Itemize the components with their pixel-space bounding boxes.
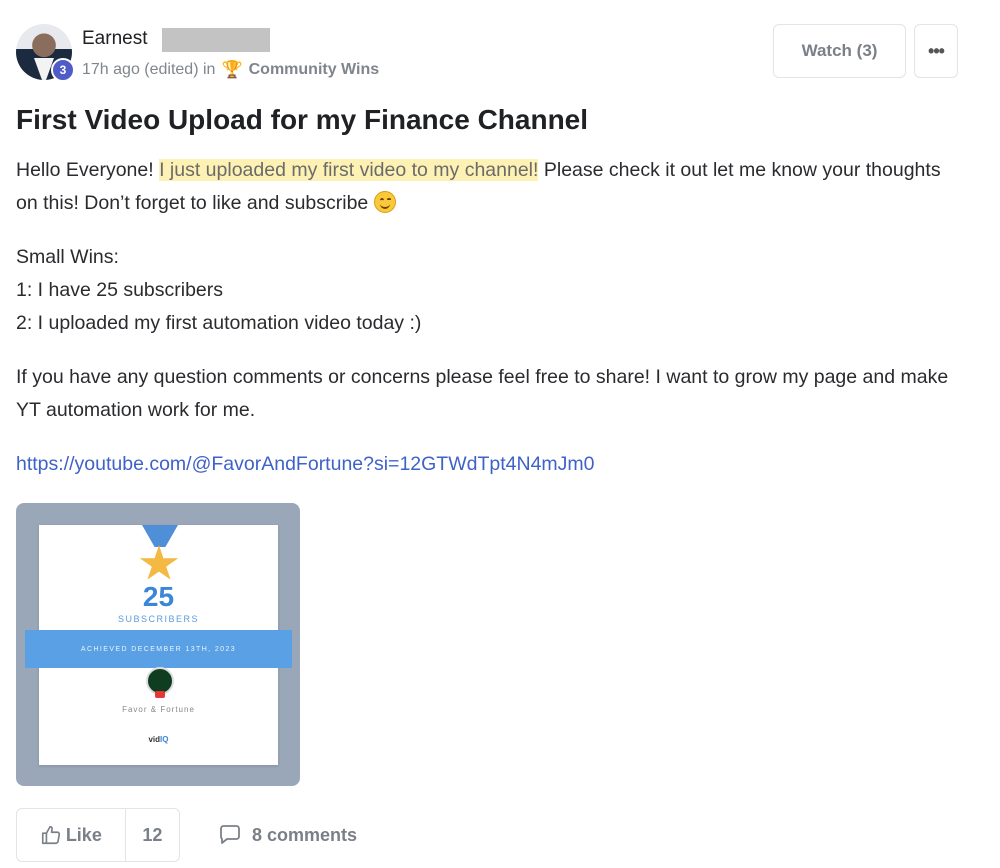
watch-button[interactable]: Watch (3)	[773, 24, 906, 78]
category-link[interactable]: Community Wins	[249, 61, 380, 79]
post-time: 17h ago (edited) in	[82, 61, 216, 78]
comments-label: 8 comments	[252, 824, 358, 845]
trophy-icon: 🏆	[221, 60, 243, 79]
post-title: First Video Upload for my Finance Channe…	[16, 104, 589, 135]
like-count[interactable]: 12	[126, 809, 179, 861]
like-group: Like 12	[16, 808, 180, 862]
body-text-segment: Hello Everyone!	[16, 159, 160, 181]
vidiq-logo-text: vid	[148, 735, 161, 744]
certificate-channel-name: Favor & Fortune	[122, 705, 195, 714]
body-paragraph-1: Hello Everyone! I just uploaded my first…	[16, 154, 966, 220]
body-paragraph-4: https://youtube.com/@FavorAndFortune?si=…	[16, 448, 966, 481]
author-name[interactable]: Earnest	[82, 28, 147, 50]
highlighted-text: I just uploaded my first video to my cha…	[159, 159, 539, 181]
comment-icon	[220, 825, 240, 844]
vidiq-logo-text-accent: IQ	[160, 735, 169, 744]
like-button[interactable]: Like	[17, 809, 126, 861]
post-header: 3 Earnest 17h ago (edited) in 🏆 Communit…	[16, 24, 958, 82]
youtube-link[interactable]: https://youtube.com/@FavorAndFortune?si=…	[16, 453, 595, 475]
post-meta: 17h ago (edited) in 🏆 Community Wins	[82, 60, 379, 80]
star-medal-icon	[139, 545, 179, 580]
post-body: Hello Everyone! I just uploaded my first…	[16, 154, 966, 502]
subscriber-certificate: 25 SUBSCRIBERS ACHIEVED DECEMBER 13TH, 2…	[25, 525, 292, 765]
like-label: Like	[65, 824, 102, 845]
post-actions: Like 12 8 comments	[16, 808, 357, 862]
smiling-emoji-icon	[373, 191, 396, 213]
body-paragraph-2: Small Wins: 1: I have 25 subscribers 2: …	[16, 241, 966, 340]
certificate-banner: ACHIEVED DECEMBER 13TH, 2023	[25, 630, 292, 668]
certificate-count: 25	[142, 581, 175, 612]
comments-button[interactable]: 8 comments	[218, 824, 357, 846]
attached-image[interactable]: 25 SUBSCRIBERS ACHIEVED DECEMBER 13TH, 2…	[16, 503, 300, 786]
level-badge: 3	[51, 58, 75, 82]
certificate-label: SUBSCRIBERS	[117, 614, 200, 624]
small-wins-heading: Small Wins:	[16, 246, 119, 268]
youtube-icon	[155, 691, 165, 698]
win-item-1: 1: I have 25 subscribers	[16, 279, 224, 301]
win-item-2: 2: I uploaded my first automation video …	[16, 312, 422, 334]
medal-ribbon	[142, 525, 178, 547]
body-paragraph-3: If you have any question comments or con…	[16, 366, 949, 421]
more-options-button[interactable]: •••	[914, 24, 958, 78]
thumbs-up-icon	[41, 825, 60, 845]
vidiq-logo: vidIQ	[39, 735, 278, 744]
redacted-surname	[162, 28, 270, 52]
